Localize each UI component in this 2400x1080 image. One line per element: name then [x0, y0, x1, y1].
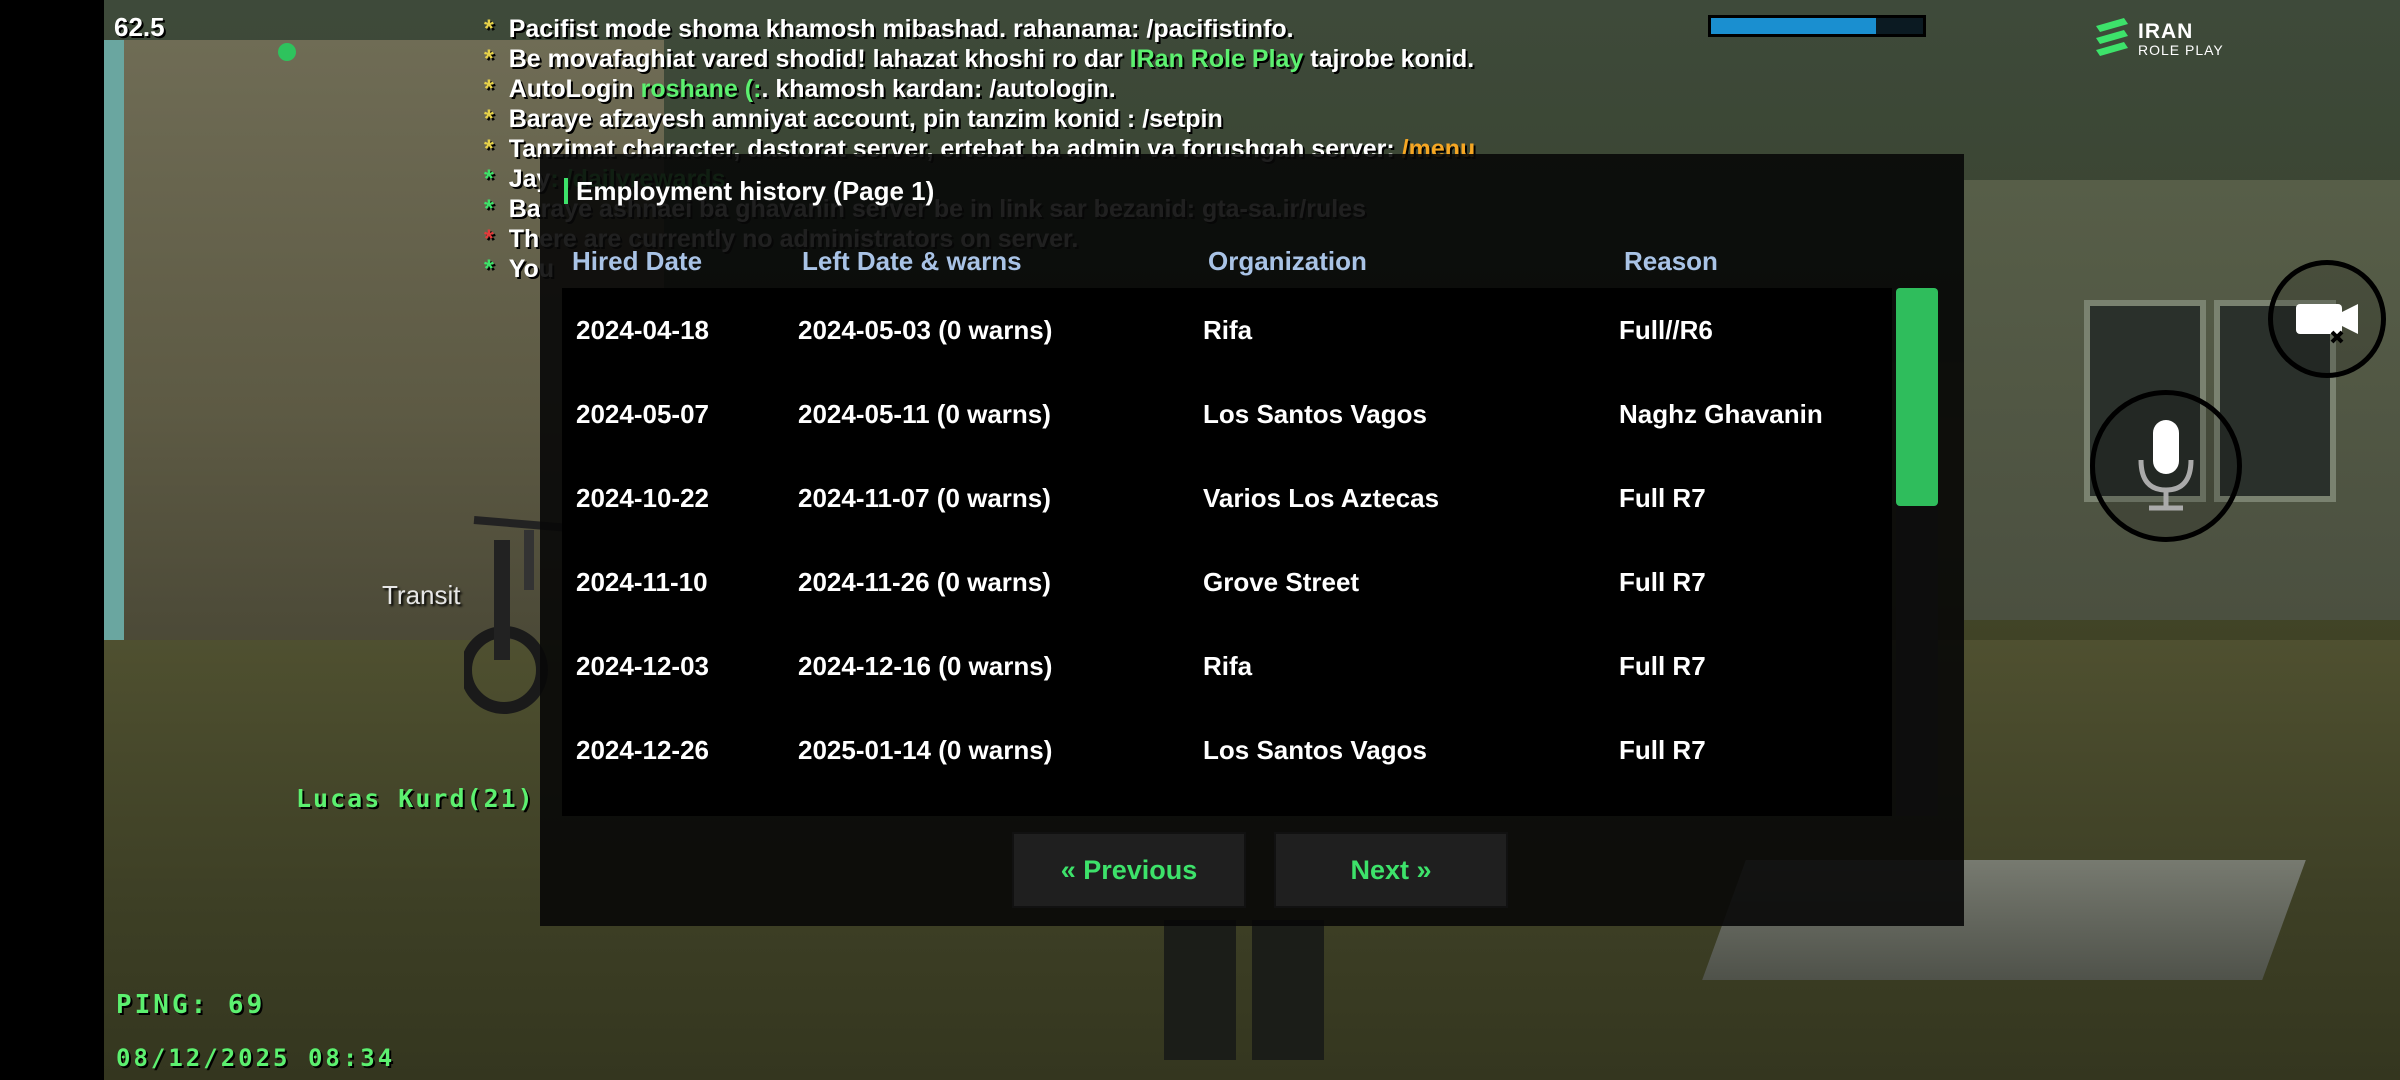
table-cell: 2024-12-26	[576, 735, 709, 765]
chat-text: Pacifist mode shoma khamosh mibashad. ra…	[508, 15, 1294, 43]
column-hired-date[interactable]: Hired Date	[572, 246, 702, 277]
ping-readout: PING: 69	[116, 990, 266, 1020]
chat-bullet: *	[484, 255, 501, 283]
table-row[interactable]: 2024-11-10 2024-11-26 (0 warns) Grove Stre…	[562, 540, 1892, 624]
table-body: 2024-04-18 2024-05-03 (0 warns) Rifa Full//…	[562, 288, 1892, 816]
chat-bullet: *	[484, 225, 501, 253]
chat-text: tajrobe konid.	[1303, 45, 1475, 73]
dialog-title-text: Employment history (Page 1)	[576, 176, 935, 206]
table-cell: Full//R6	[1619, 315, 1713, 345]
table-row[interactable]: 2024-05-07 2024-05-11 (0 warns) Los Santos…	[562, 372, 1892, 456]
column-organization[interactable]: Organization	[1208, 246, 1367, 277]
chat-text: Baraye afzayesh amniyat account, pin tan…	[508, 105, 1223, 133]
camera-button[interactable]	[2268, 260, 2386, 378]
chat-bullet: *	[484, 105, 501, 133]
building-edge	[104, 40, 124, 640]
table-cell: Rifa	[1203, 651, 1253, 681]
table-cell: 2024-04-18	[576, 315, 709, 345]
table-cell: Full R7	[1619, 651, 1706, 681]
health-bar-fill	[1711, 18, 1877, 34]
chat-bullet: *	[484, 75, 501, 103]
next-page-button[interactable]: Next »	[1274, 832, 1508, 908]
dialog-title: Employment history (Page 1)	[564, 176, 934, 207]
table-cell: Los Santos Vagos	[1203, 399, 1427, 429]
chat-text: . khamosh kardan: /autologin.	[761, 75, 1116, 103]
chat-bullet: *	[484, 195, 501, 223]
logo-subtitle: ROLE PLAY	[2138, 42, 2224, 58]
camera-switch-icon	[2296, 304, 2358, 344]
employment-history-dialog: Employment history (Page 1) Hired Date L…	[540, 154, 1964, 926]
chat-line: * Baraye afzayesh amniyat account, pin t…	[484, 104, 1475, 134]
table-header: Hired Date Left Date & warns Organizatio…	[572, 246, 1912, 278]
table-cell: 2024-05-11 (0 warns)	[798, 399, 1051, 429]
scrollbar-thumb[interactable]	[1896, 288, 1938, 506]
table-cell: Varios Los Aztecas	[1203, 483, 1440, 513]
table-cell: Full R7	[1619, 483, 1706, 513]
logo-title: IRAN	[2138, 20, 2194, 43]
table-row[interactable]: 2024-12-03 2024-12-16 (0 warns) Rifa Full R…	[562, 624, 1892, 708]
table-row[interactable]: 2024-12-26 2025-01-14 (0 warns) Los Santos…	[562, 708, 1892, 792]
table-cell: Full R7	[1619, 735, 1706, 765]
table-cell: Rifa	[1203, 315, 1253, 345]
chat-bullet: *	[484, 45, 501, 73]
chat-text: roshane (:	[640, 75, 762, 103]
chat-text: Be movafaghiat vared shodid! lahazat kho…	[508, 45, 1130, 73]
table-cell: 2024-12-16 (0 warns)	[798, 651, 1053, 681]
chat-text: AutoLogin	[508, 75, 641, 103]
title-accent	[564, 178, 568, 204]
status-dot	[278, 43, 296, 61]
table-row[interactable]: 2024-04-18 2024-05-03 (0 warns) Rifa Full//…	[562, 288, 1892, 372]
table-cell: 2024-05-07	[576, 399, 709, 429]
table-cell: 2024-05-03 (0 warns)	[798, 315, 1053, 345]
fps-counter: 62.5	[114, 12, 165, 42]
chat-line: * Pacifist mode shoma khamosh mibashad. …	[484, 14, 1475, 44]
table-cell: Los Santos Vagos	[1203, 735, 1427, 765]
chat-text: IRan Role Play	[1129, 45, 1304, 73]
table-cell: Full R7	[1619, 567, 1706, 597]
table-cell: 2024-11-07 (0 warns)	[798, 483, 1051, 513]
server-logo: IRAN ROLE PLAY	[2094, 16, 2234, 58]
column-reason[interactable]: Reason	[1624, 246, 1718, 277]
microphone-button[interactable]	[2090, 390, 2242, 542]
table-cell: Grove Street	[1203, 567, 1360, 597]
chat-bullet: *	[484, 15, 501, 43]
column-left-date[interactable]: Left Date & warns	[802, 246, 1022, 277]
chat-line: * Be movafaghiat vared shodid! lahazat k…	[484, 44, 1475, 74]
datetime-readout: 08/12/2025 08:34	[116, 1044, 396, 1072]
logo-stripes-icon	[2096, 18, 2128, 56]
scrollbar-track[interactable]	[1896, 288, 1938, 816]
health-bar	[1708, 15, 1926, 37]
previous-page-button[interactable]: « Previous	[1012, 832, 1246, 908]
table-cell: 2025-01-14 (0 warns)	[798, 735, 1053, 765]
chat-bullet: *	[484, 135, 501, 163]
table-cell: Naghz Ghavanin	[1619, 399, 1823, 429]
table-row[interactable]: 2024-10-22 2024-11-07 (0 warns) Varios Los…	[562, 456, 1892, 540]
microphone-icon	[2138, 420, 2194, 511]
world-label: Transit	[382, 580, 461, 610]
table-cell: 2024-10-22	[576, 483, 709, 513]
chat-bullet: *	[484, 165, 501, 193]
table-cell: 2024-12-03	[576, 651, 709, 681]
player-character	[1164, 920, 1324, 1060]
chat-line: * AutoLogin roshane (:. khamosh kardan: …	[484, 74, 1475, 104]
table-cell: 2024-11-26 (0 warns)	[798, 567, 1051, 597]
player-nametag: Lucas Kurd(21)	[296, 784, 535, 813]
table-cell: 2024-11-10	[576, 567, 708, 597]
